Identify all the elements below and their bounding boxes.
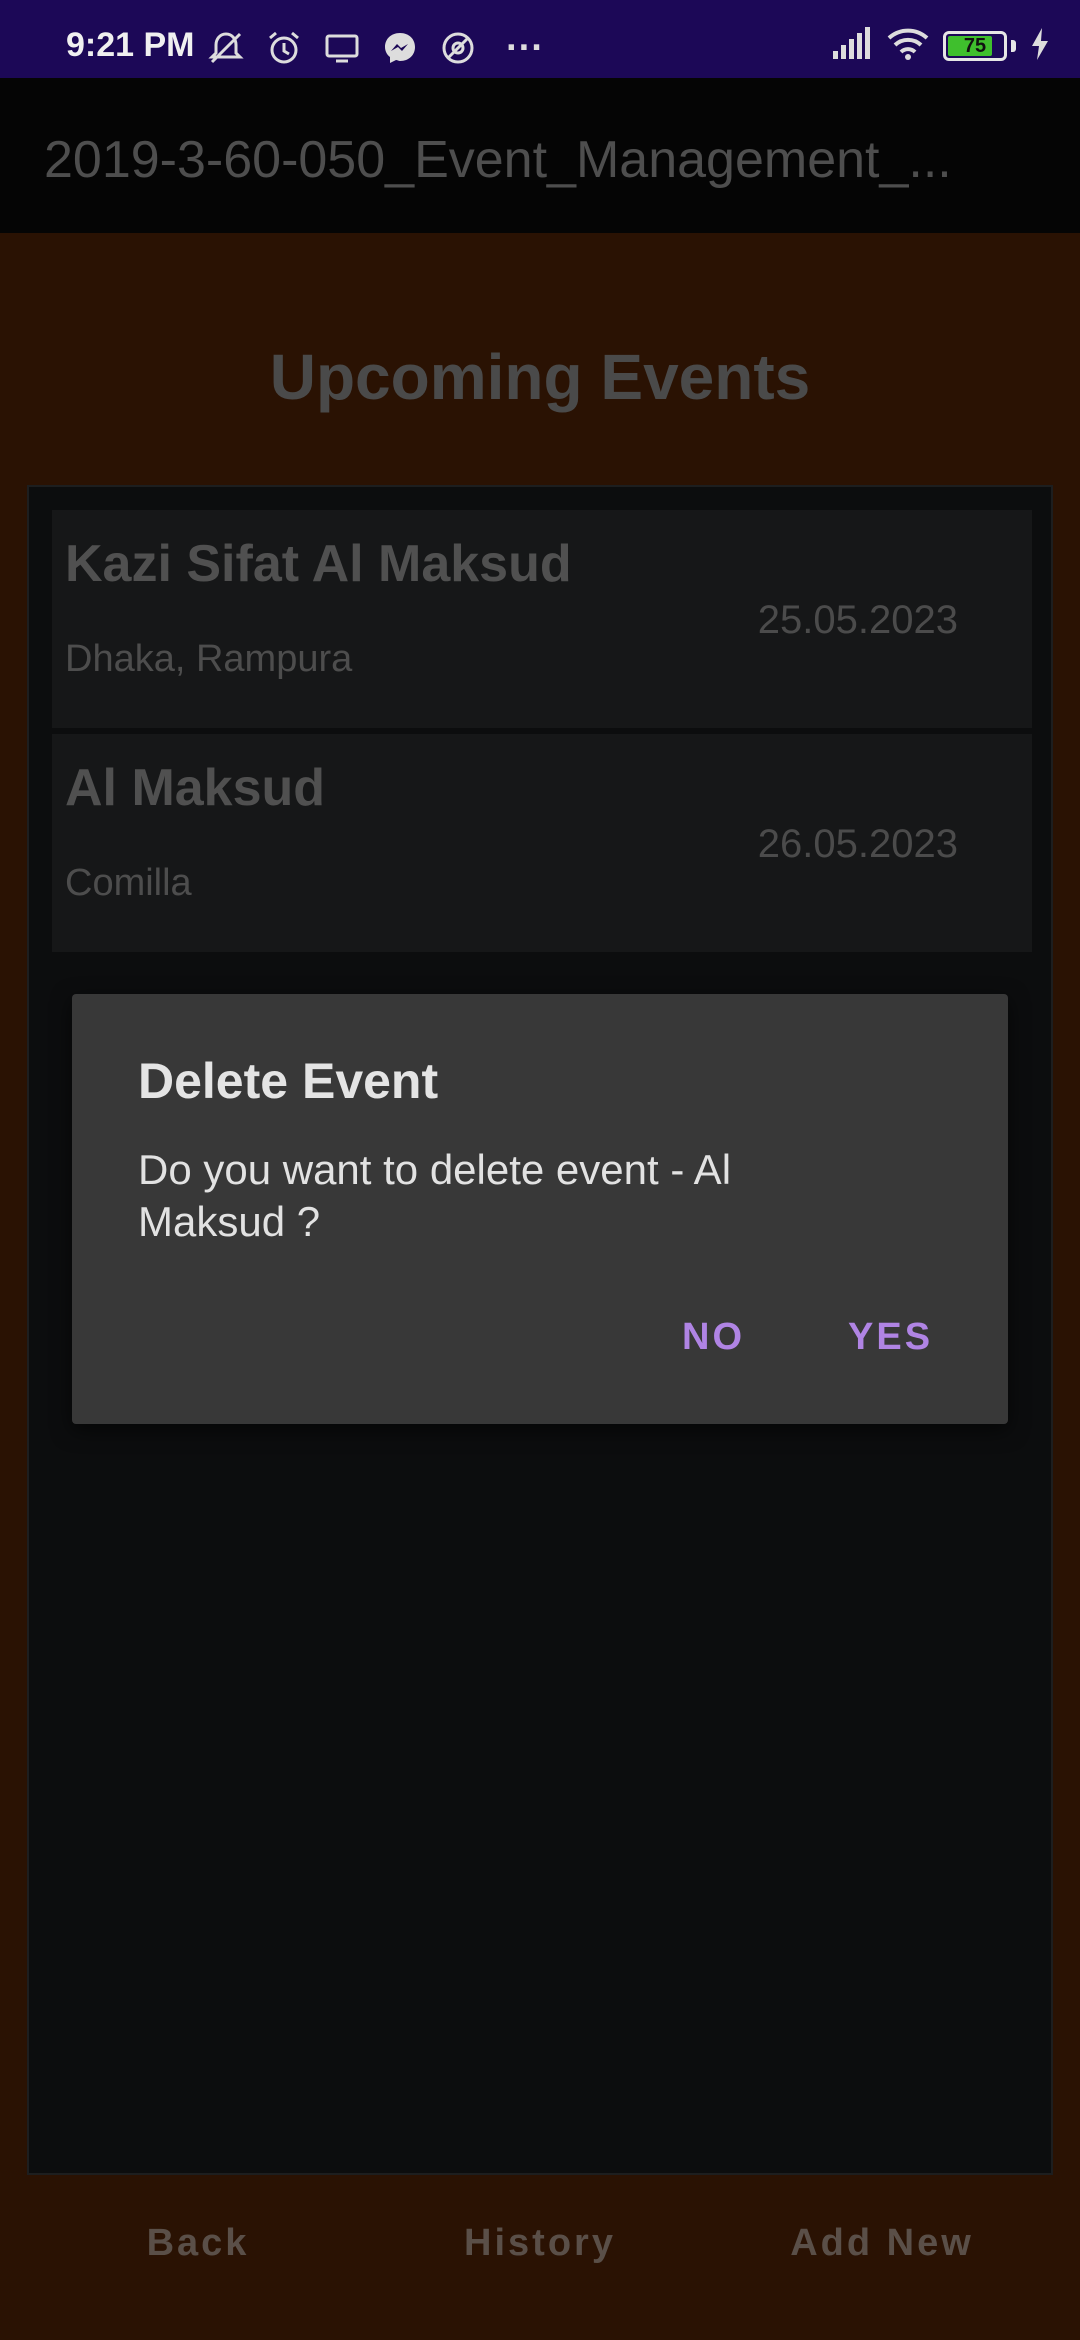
status-bar: 9:21 PM ··· 75 [0, 0, 1080, 78]
wifi-icon [887, 27, 929, 66]
status-notification-icons: ··· [206, 26, 544, 69]
alarm-icon [264, 28, 304, 68]
status-system-icons: 75 [831, 26, 1050, 66]
history-button[interactable]: History [390, 2222, 690, 2265]
dialog-message: Do you want to delete event - Al Maksud … [138, 1146, 732, 1245]
event-list-item[interactable]: Kazi Sifat Al Maksud Dhaka, Rampura 25.0… [52, 510, 1032, 728]
dialog-title: Delete Event [138, 1053, 439, 1109]
battery-icon: 75 [943, 31, 1007, 61]
app-bar: 2019-3-60-050_Event_Management_... [0, 78, 1080, 233]
event-place: Comilla [65, 862, 192, 904]
page-title: Upcoming Events [269, 341, 811, 413]
bottom-nav: Back History Add New [0, 2178, 1080, 2340]
charging-icon [1030, 27, 1050, 65]
signal-icon [831, 26, 873, 66]
yes-button[interactable]: YES [848, 1316, 933, 1359]
no-button[interactable]: NO [682, 1316, 745, 1359]
battery-tip [1011, 40, 1016, 52]
at-icon [438, 28, 478, 68]
back-button[interactable]: Back [48, 2222, 348, 2265]
event-date: 26.05.2023 [757, 822, 958, 866]
messenger-icon [380, 28, 420, 68]
event-date: 25.05.2023 [757, 598, 958, 642]
screen-icon [322, 28, 362, 68]
event-name: Al Maksud [65, 759, 326, 817]
add-new-button[interactable]: Add New [732, 2222, 1032, 2265]
event-name: Kazi Sifat Al Maksud [65, 535, 572, 593]
app-title: 2019-3-60-050_Event_Management_... [44, 131, 952, 189]
delete-event-dialog: Delete Event Do you want to delete event… [72, 994, 1008, 1424]
event-place: Dhaka, Rampura [65, 638, 353, 680]
more-icon: ··· [506, 26, 544, 69]
event-list-item[interactable]: Al Maksud Comilla 26.05.2023 [52, 734, 1032, 952]
status-time: 9:21 PM [66, 26, 195, 64]
mute-icon [206, 28, 246, 68]
battery-level: 75 [963, 35, 987, 57]
